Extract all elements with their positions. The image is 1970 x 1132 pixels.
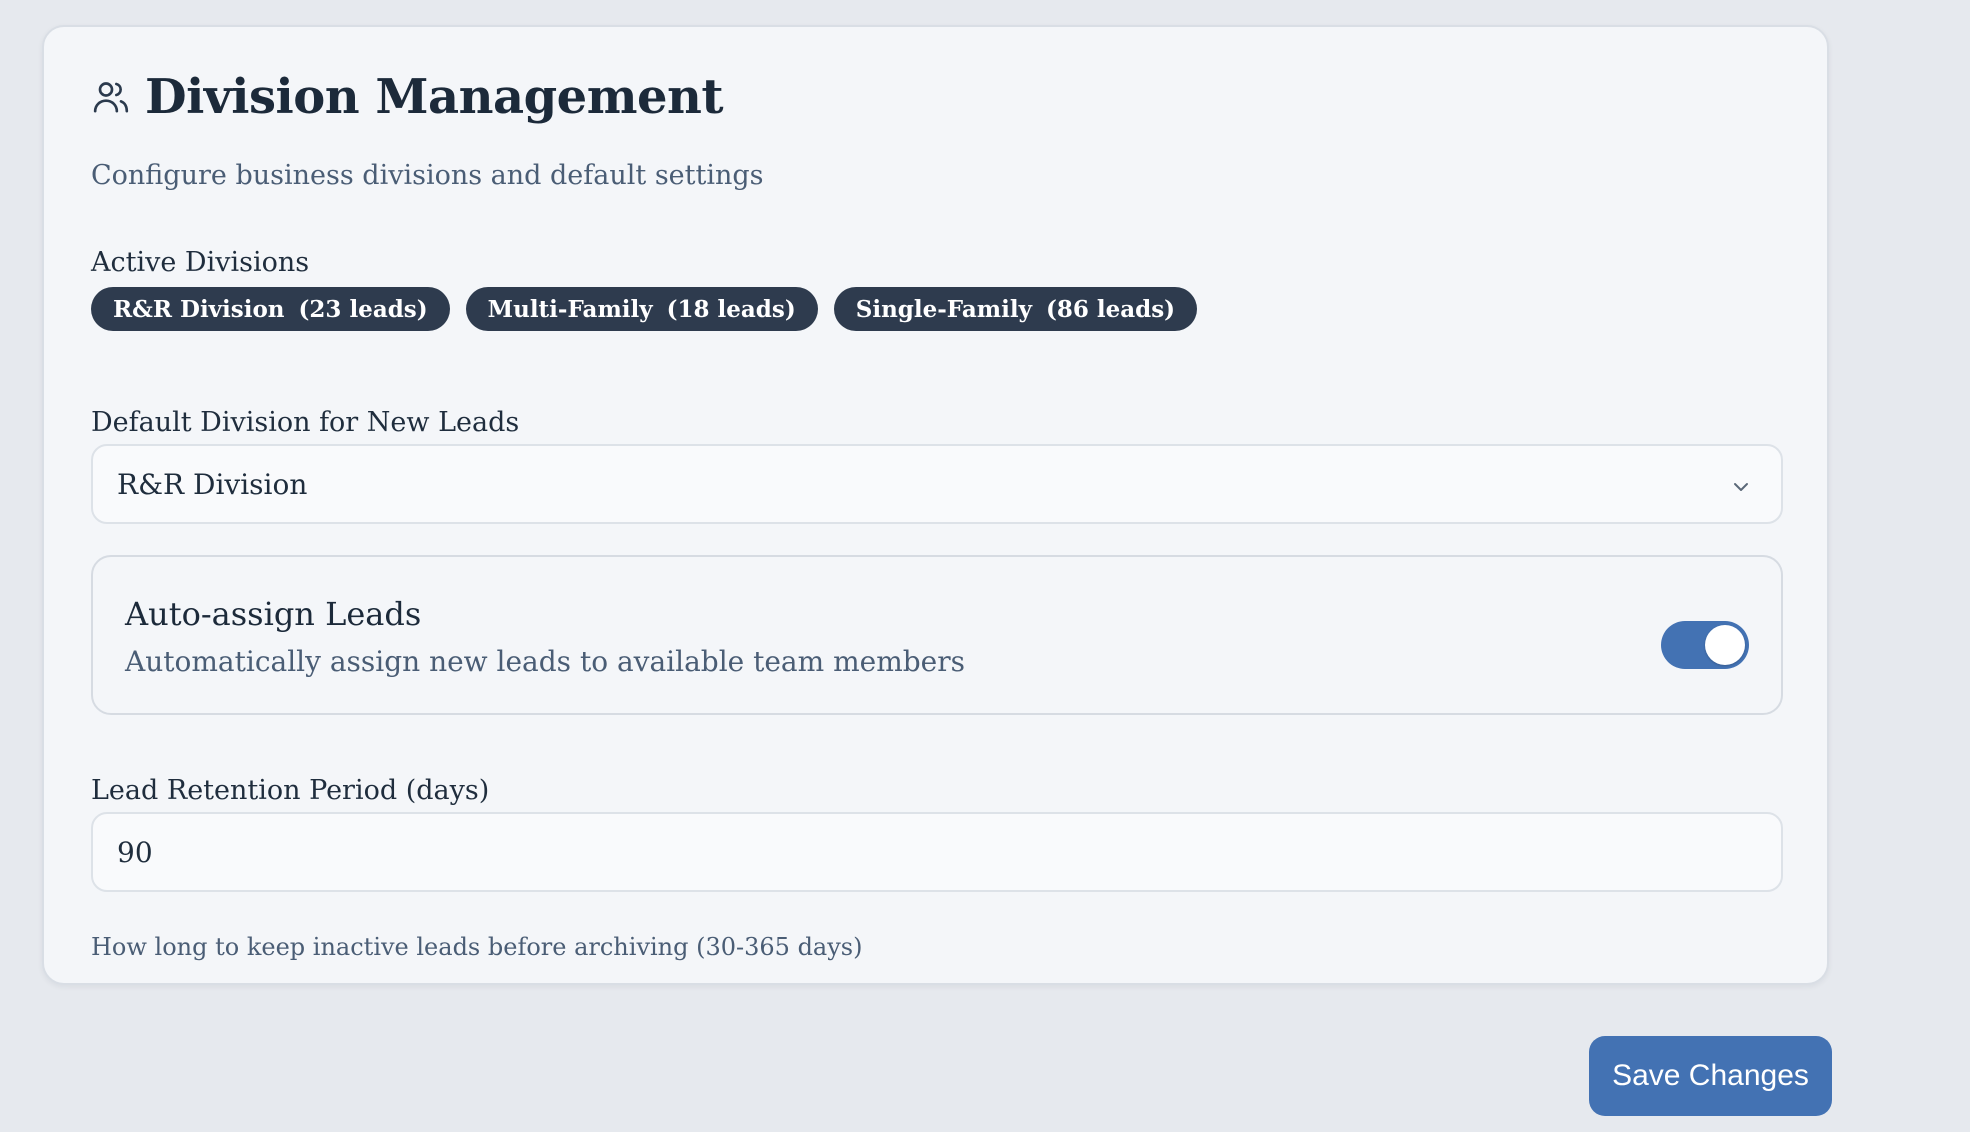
division-chip-multi-family[interactable]: Multi-Family (18 leads) bbox=[465, 287, 818, 331]
auto-assign-description: Automatically assign new leads to availa… bbox=[125, 645, 965, 678]
division-chip-count: (18 leads) bbox=[666, 295, 796, 323]
division-chip-name: Multi-Family bbox=[487, 295, 653, 323]
retention-label: Lead Retention Period (days) bbox=[91, 775, 490, 806]
retention-days-value: 90 bbox=[117, 835, 153, 869]
users-icon bbox=[91, 77, 131, 117]
auto-assign-setting: Auto-assign Leads Automatically assign n… bbox=[91, 555, 1783, 715]
division-chip-name: R&R Division bbox=[113, 295, 285, 323]
division-chip-rr[interactable]: R&R Division (23 leads) bbox=[91, 287, 450, 331]
chevron-down-icon bbox=[1729, 473, 1753, 497]
auto-assign-title: Auto-assign Leads bbox=[125, 595, 422, 633]
card-header: Division Management bbox=[91, 69, 724, 125]
retention-helper-text: How long to keep inactive leads before a… bbox=[91, 933, 863, 961]
division-chip-count: (86 leads) bbox=[1045, 295, 1176, 323]
auto-assign-toggle[interactable] bbox=[1661, 621, 1749, 669]
default-division-select[interactable]: R&R Division bbox=[91, 444, 1783, 524]
retention-days-input[interactable]: 90 bbox=[91, 812, 1783, 892]
active-divisions-label: Active Divisions bbox=[91, 247, 310, 278]
toggle-knob bbox=[1705, 625, 1745, 665]
default-division-value: R&R Division bbox=[117, 467, 308, 501]
save-changes-button[interactable]: Save Changes bbox=[1589, 1036, 1832, 1116]
division-management-card: Division Management Configure business d… bbox=[42, 25, 1829, 985]
default-division-label: Default Division for New Leads bbox=[91, 407, 520, 438]
division-chip-list: R&R Division (23 leads) Multi-Family (18… bbox=[91, 287, 1198, 331]
division-chip-single-family[interactable]: Single-Family (86 leads) bbox=[833, 287, 1198, 331]
division-chip-name: Single-Family bbox=[855, 295, 1032, 323]
page-title: Division Management bbox=[145, 69, 724, 125]
division-chip-count: (23 leads) bbox=[298, 295, 428, 323]
page-subtitle: Configure business divisions and default… bbox=[91, 160, 764, 191]
